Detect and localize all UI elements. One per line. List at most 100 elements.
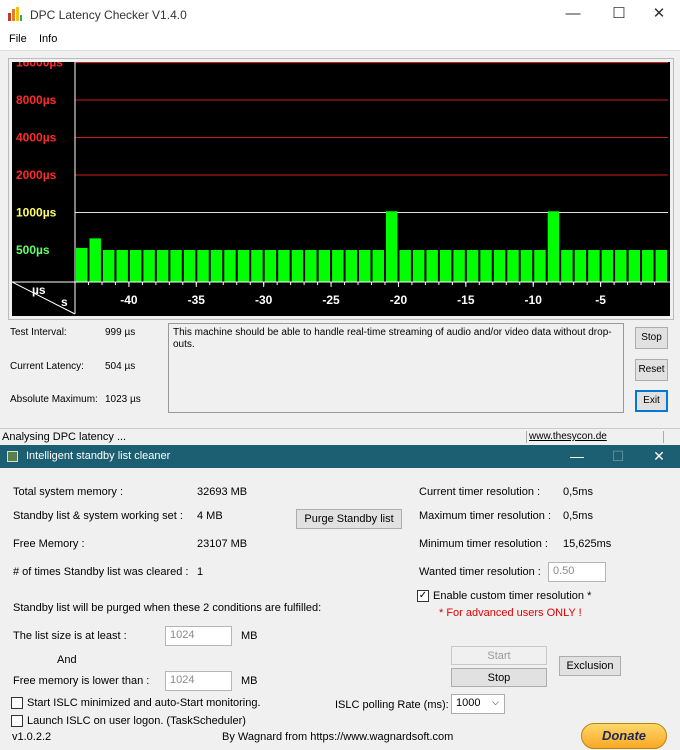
latency-bar xyxy=(170,250,182,282)
latency-bar xyxy=(291,250,304,282)
close-button[interactable]: ✕ xyxy=(636,0,680,30)
x-tick-label: -20 xyxy=(390,293,408,307)
dpc-window: DPC Latency Checker V1.4.0 — ☐ ✕ File In… xyxy=(0,0,680,445)
latency-bar xyxy=(129,250,142,282)
reset-button[interactable]: Reset xyxy=(635,359,668,381)
free-memory-value: 23107 MB xyxy=(197,538,248,550)
islc-close-button[interactable]: ✕ xyxy=(644,447,674,467)
exclusion-button[interactable]: Exclusion xyxy=(559,656,621,676)
purge-conditions-text: Standby list will be purged when these 2… xyxy=(13,602,322,614)
exit-button[interactable]: Exit xyxy=(635,390,668,412)
times-cleared-label: # of times Standby list was cleared : xyxy=(13,566,189,578)
latency-bar xyxy=(547,211,560,282)
islc-titlebar[interactable]: Intelligent standby list cleaner — ☐ ✕ xyxy=(0,445,680,468)
wanted-timer-label: Wanted timer resolution : xyxy=(419,566,541,578)
times-cleared-value: 1 xyxy=(197,566,204,578)
free-memory-lower-label: Free memory is lower than : xyxy=(13,675,150,687)
dpc-titlebar[interactable]: DPC Latency Checker V1.4.0 — ☐ ✕ xyxy=(0,0,680,30)
start-button[interactable]: Start xyxy=(451,646,547,665)
wanted-timer-input[interactable]: 0.50 xyxy=(548,562,606,582)
x-axis-unit: s xyxy=(61,295,68,309)
bar-chart-app-icon xyxy=(8,7,22,21)
menu-file[interactable]: File xyxy=(9,33,27,45)
islc-maximize-button: ☐ xyxy=(611,448,625,464)
minimize-button[interactable]: — xyxy=(550,0,596,30)
latency-bar xyxy=(412,250,425,282)
window-title: DPC Latency Checker V1.4.0 xyxy=(30,8,187,22)
latency-bar xyxy=(480,250,492,282)
x-tick-label: -30 xyxy=(255,293,273,307)
latency-bar xyxy=(102,250,115,282)
standby-list-label: Standby list & system working set : xyxy=(13,510,183,522)
latency-bar xyxy=(453,250,465,282)
current-timer-label: Current timer resolution : xyxy=(419,486,541,498)
polling-rate-select[interactable]: 1000 ⌵ xyxy=(451,694,505,714)
advanced-users-note: * For advanced users ONLY ! xyxy=(439,607,582,619)
latency-bar xyxy=(318,250,331,282)
y-tick-label: 8000µs xyxy=(16,93,57,107)
website-link[interactable]: www.thesycon.de xyxy=(529,431,607,442)
menu-info[interactable]: Info xyxy=(39,33,57,45)
x-tick-label: -40 xyxy=(120,293,138,307)
current-timer-value: 0,5ms xyxy=(563,486,593,498)
custom-timer-checkbox[interactable]: ✓ xyxy=(417,590,429,602)
islc-window-title: Intelligent standby list cleaner xyxy=(26,450,171,462)
latency-bar xyxy=(561,250,573,282)
status-text: Analysing DPC latency ... xyxy=(2,431,127,443)
latency-bar xyxy=(332,250,344,282)
chevron-down-icon: ⌵ xyxy=(492,697,499,707)
free-memory-lower-unit: MB xyxy=(241,675,258,687)
latency-bar xyxy=(264,250,277,282)
x-tick-label: -25 xyxy=(322,293,340,307)
latency-bar xyxy=(426,250,438,282)
launch-on-logon-checkbox[interactable] xyxy=(11,715,23,727)
standby-list-value: 4 MB xyxy=(197,510,223,522)
latency-bar xyxy=(601,250,614,282)
latency-chart: 16000µs 8000µs 4000µs 2000µs 1000µs 500µs µs s -… xyxy=(12,62,670,316)
purge-standby-button[interactable]: Purge Standby list xyxy=(296,509,402,529)
and-label: And xyxy=(57,654,77,666)
x-tick-label: -5 xyxy=(595,293,606,307)
latency-bar xyxy=(439,250,452,282)
y-tick-label: 1000µs xyxy=(16,206,57,220)
list-size-input[interactable]: 1024 xyxy=(165,626,232,646)
latency-bar xyxy=(89,238,101,282)
latency-bar xyxy=(520,250,533,282)
islc-minimize-button[interactable]: — xyxy=(562,447,592,467)
y-tick-label: 4000µs xyxy=(16,131,57,145)
donate-button[interactable]: Donate xyxy=(581,723,667,749)
absolute-maximum-value: 1023 µs xyxy=(105,394,141,405)
latency-bar xyxy=(183,250,196,282)
polling-rate-label: ISLC polling Rate (ms): xyxy=(335,699,449,711)
free-memory-label: Free Memory : xyxy=(13,538,85,550)
max-timer-value: 0,5ms xyxy=(563,510,593,522)
latency-bar xyxy=(615,250,627,282)
stop-button[interactable]: Stop xyxy=(635,327,668,349)
y-tick-label: 500µs xyxy=(16,243,50,257)
latency-bar xyxy=(493,250,506,282)
latency-bar xyxy=(116,250,128,282)
stop-monitoring-button[interactable]: Stop xyxy=(451,668,547,687)
status-divider xyxy=(663,431,664,443)
status-message: This machine should be able to handle re… xyxy=(168,323,624,413)
latency-bar xyxy=(642,250,654,282)
start-minimized-checkbox[interactable] xyxy=(11,697,23,709)
latency-bar xyxy=(345,250,358,282)
x-tick-label: -10 xyxy=(525,293,543,307)
latency-bar xyxy=(278,250,290,282)
free-memory-lower-input[interactable]: 1024 xyxy=(165,671,232,691)
latency-bar xyxy=(143,250,155,282)
list-size-label: The list size is at least : xyxy=(13,630,127,642)
y-tick-label: 16000µs xyxy=(16,62,63,70)
y-tick-label: 2000µs xyxy=(16,168,57,182)
current-latency-value: 504 µs xyxy=(105,361,136,372)
latency-bar xyxy=(385,211,398,282)
latency-bar xyxy=(466,250,479,282)
latency-bar xyxy=(588,250,600,282)
absolute-maximum-label: Absolute Maximum: xyxy=(10,394,98,405)
latency-bar xyxy=(507,250,519,282)
latency-bar xyxy=(156,250,169,282)
min-timer-label: Minimum timer resolution : xyxy=(419,538,548,550)
latency-bar xyxy=(399,250,411,282)
polling-rate-value: 1000 xyxy=(456,697,481,709)
